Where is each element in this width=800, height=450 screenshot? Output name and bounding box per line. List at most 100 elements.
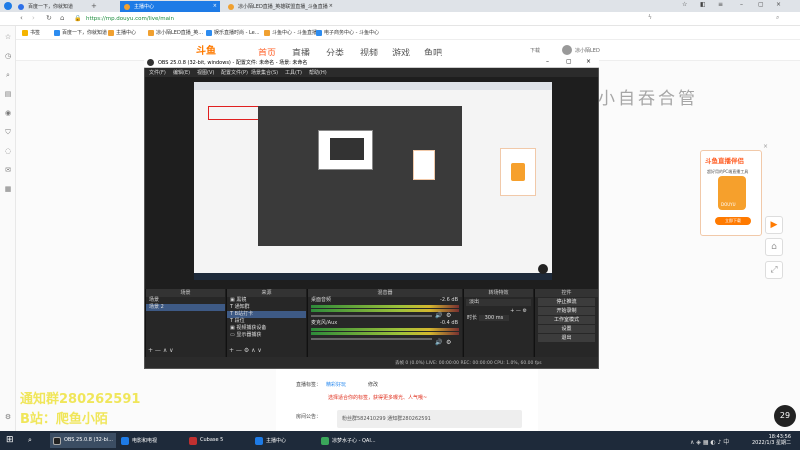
close-promo-icon[interactable]: × (763, 143, 768, 150)
notice-label: 房间公告： (296, 414, 322, 420)
promo-download-button[interactable]: 立即下载 (715, 217, 751, 225)
preview-avatar (538, 264, 548, 274)
menu-edit[interactable]: 编辑(E) (173, 69, 190, 76)
scene-item[interactable]: 场景 (146, 297, 225, 304)
bookmark-item[interactable]: 百度一下，你就知道 (54, 29, 107, 36)
menu-view[interactable]: 视图(V) (197, 69, 214, 76)
studio-mode-button[interactable]: 工作室模式 (538, 316, 595, 324)
source-item[interactable]: ▣ 黑镜 (227, 297, 306, 304)
favorites-icon[interactable]: ☆ (3, 32, 13, 42)
volume-slider[interactable] (311, 338, 432, 340)
scene-item[interactable]: 场景 2 (146, 304, 225, 311)
start-recording-button[interactable]: 开始录制 (538, 307, 595, 315)
mixer-channel: 麦克风/Aux -0.4 dB (311, 320, 458, 326)
obs-icon (53, 437, 61, 445)
star-icon (22, 29, 28, 36)
gear-icon[interactable]: ⚙ (446, 312, 451, 319)
exit-button[interactable]: 退出 (538, 334, 595, 342)
settings-button[interactable]: 设置 (538, 325, 595, 333)
tab-baidu[interactable]: 百度一下，你就知道 (14, 1, 88, 12)
search-icon[interactable]: ⌕ (3, 70, 13, 80)
refresh-icon[interactable]: ↻ (46, 14, 52, 22)
settings-icon[interactable]: ⚙ (3, 412, 13, 422)
bookmark-item[interactable]: 娱乐直播时尚 - Le... (206, 29, 260, 36)
history-icon[interactable]: ◷ (3, 51, 13, 61)
taskbar-item-browser[interactable]: 主播中心 (252, 433, 304, 448)
games-icon[interactable]: ◉ (3, 108, 13, 118)
new-tab-icon[interactable]: + (91, 2, 97, 10)
menu-tools[interactable]: 工具(T) (285, 69, 302, 76)
source-item[interactable]: ▣ 视频捕获设备 (227, 325, 306, 332)
close-window-icon[interactable]: × (776, 1, 781, 11)
search-icon[interactable]: ⌕ (28, 436, 32, 445)
source-item[interactable]: T B站打卡 (227, 311, 306, 318)
username[interactable]: 凉小陌LED (575, 47, 600, 54)
menu-icon[interactable]: ≡ (718, 1, 723, 11)
chat-icon[interactable]: ◌ (3, 146, 13, 156)
home-icon[interactable]: ⌂ (765, 238, 783, 256)
transition-controls[interactable]: + — ⚙ (464, 308, 533, 315)
browser-icon (255, 437, 263, 445)
menu-help[interactable]: 帮助(H) (309, 69, 327, 76)
minimize-icon[interactable]: – (740, 1, 743, 11)
duration-input[interactable]: 300 ms (478, 315, 510, 321)
source-controls[interactable]: + — ⚙ ∧ ∨ (229, 347, 262, 354)
home-icon[interactable]: ⌂ (60, 14, 64, 22)
mail-icon[interactable]: ✉ (3, 165, 13, 175)
avatar[interactable] (562, 45, 572, 55)
source-item[interactable]: T 通知群 (227, 304, 306, 311)
close-tab-icon[interactable]: × (329, 3, 333, 9)
tab-anchor-center[interactable]: 主播中心 × (120, 1, 220, 12)
menu-file[interactable]: 文件(F) (149, 69, 166, 76)
back-icon[interactable]: ‹ (20, 14, 23, 22)
minimize-icon[interactable]: – (546, 58, 549, 65)
scene-controls[interactable]: + — ∧ ∨ (148, 347, 174, 354)
douyu-icon (228, 4, 234, 10)
gear-icon[interactable]: ⚙ (446, 339, 451, 346)
taskbar-clock[interactable]: 18:43:56 2022/1/3 星期二 (752, 434, 791, 446)
taskbar-item-obs[interactable]: OBS 25.0.8 (32-bi... (50, 433, 116, 448)
maximize-icon[interactable]: ▢ (566, 58, 572, 65)
speaker-icon[interactable]: 🔊 (435, 312, 442, 319)
bookmark-item[interactable]: 书签 (22, 29, 40, 36)
close-window-icon[interactable]: × (586, 58, 591, 65)
lightning-icon[interactable]: ϟ (648, 14, 652, 21)
maximize-icon[interactable]: ▢ (758, 1, 764, 11)
skin-icon[interactable]: ◧ (700, 1, 706, 11)
taskbar-item-cubase[interactable]: Cubase 5 (186, 433, 236, 448)
star-icon[interactable]: ☆ (682, 1, 687, 11)
tray-icons[interactable]: ∧ ◈ ▦ ◐ ♪ 中 (690, 437, 729, 446)
speaker-icon[interactable]: 🔊 (435, 339, 442, 346)
notice-field[interactable]: 粉丝群582410299 通知群280262591 (337, 410, 522, 428)
notes-icon[interactable]: ▤ (3, 89, 13, 99)
bookmark-item[interactable]: 斗鱼中心 - 斗鱼直播 (264, 29, 317, 36)
bookmark-item[interactable]: 电子商务中心 - 斗鱼中心 (316, 29, 379, 36)
close-tab-icon[interactable]: × (213, 3, 217, 9)
source-item[interactable]: ▭ 显示器捕获 (227, 332, 306, 339)
shop-icon[interactable]: ⛉ (3, 127, 13, 137)
taskbar-item-movies[interactable]: 电影和电视 (118, 433, 170, 448)
fullscreen-icon[interactable]: ⤢ (765, 261, 783, 279)
edit-tag-link[interactable]: 修改 (368, 381, 378, 388)
bookmark-item[interactable]: 凉小陌LED直播_英... (148, 29, 203, 36)
bookmark-item[interactable]: 主播中心 (108, 29, 136, 36)
taskbar-item-qq[interactable]: 凉梦水子心 - QAI... (318, 433, 380, 448)
obs-icon (147, 59, 154, 66)
tab-douyu-room[interactable]: 凉小陌LED直播_英雄联盟直播_斗鱼直播 × (224, 1, 336, 12)
baidu-icon (18, 4, 24, 10)
douyu-icon (108, 29, 114, 36)
volume-slider[interactable] (311, 315, 432, 317)
menu-profile[interactable]: 配置文件(P) (221, 69, 248, 76)
search-icon[interactable]: ⌕ (776, 14, 779, 22)
windows-start-icon[interactable]: ⊞ (6, 435, 14, 445)
apps-icon[interactable]: ▦ (3, 184, 13, 194)
url-input[interactable]: https://mp.douyu.com/live/main (82, 14, 642, 25)
avatar[interactable]: 29 (774, 405, 796, 427)
forward-icon[interactable]: › (32, 14, 35, 22)
stop-stream-button[interactable]: 停止推流 (538, 298, 595, 306)
play-icon[interactable]: ▶ (765, 216, 783, 234)
menu-scene-collection[interactable]: 场景集合(S) (251, 69, 278, 76)
download-link[interactable]: 下载 (530, 47, 540, 54)
transition-select[interactable]: 淡出 (466, 299, 531, 306)
source-item[interactable]: T 段位 (227, 318, 306, 325)
